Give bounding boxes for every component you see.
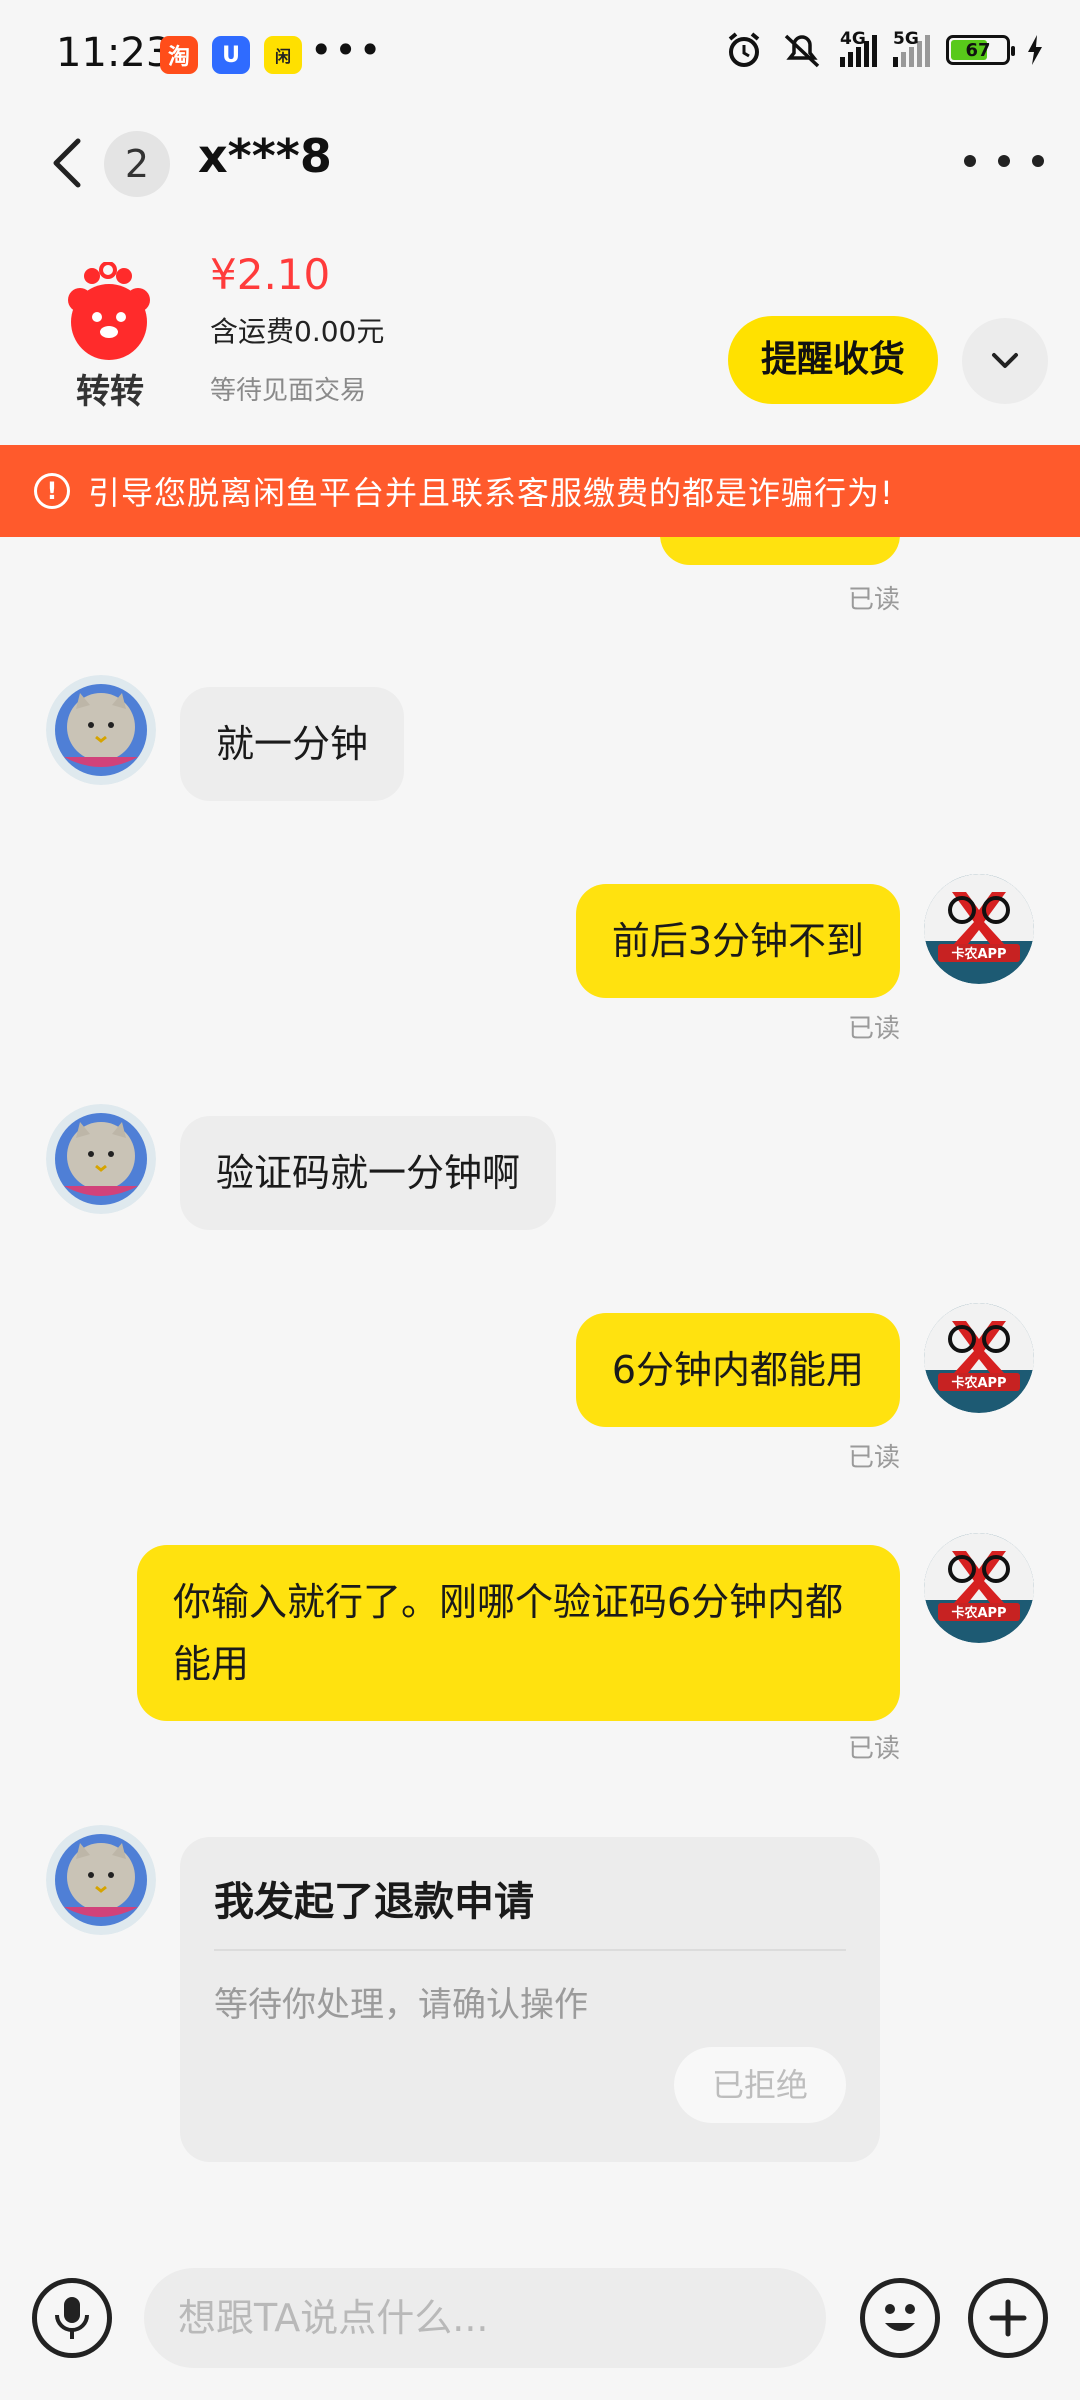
message-bubble-outgoing[interactable]: 你输入就行了。刚哪个验证码6分钟内都能用 [137, 1545, 900, 1721]
svg-text:卡农APP: 卡农APP [951, 1375, 1006, 1391]
system-icons: 4G 5G 67 [724, 29, 1044, 70]
peer-avatar[interactable] [46, 675, 156, 785]
message-list[interactable]: 已读 就一分钟 前后3分钟不到 卡农APP 已读 验证码就一分钟啊 6分钟内都能… [0, 537, 1080, 2237]
yellow-app-icon: 闲 [264, 36, 302, 74]
trade-status: 等待见面交易 [210, 376, 367, 406]
read-receipt: 已读 [848, 585, 901, 615]
battery-icon: 67 [946, 35, 1015, 65]
svg-text:卡农APP: 卡农APP [951, 1605, 1006, 1621]
message-bubble-outgoing[interactable]: 前后3分钟不到 [575, 884, 900, 998]
warning-text: 引导您脱离闲鱼平台并且联系客服缴费的都是诈骗行为! [88, 474, 894, 512]
cat-avatar-icon [46, 1104, 156, 1214]
status-time: 11:23 [56, 30, 172, 76]
warning-icon: ! [34, 473, 70, 509]
refund-description: 等待你处理，请确认操作 [214, 1985, 588, 2025]
status-bar: 11:23 淘 U 闲 ••• 4G 5G 67 [0, 0, 1080, 115]
fraud-warning-banner: ! 引导您脱离闲鱼平台并且联系客服缴费的都是诈骗行为! [0, 445, 1080, 537]
voice-button[interactable] [32, 2278, 112, 2358]
taobao-app-icon: 淘 [160, 36, 198, 74]
notification-icons: 淘 U 闲 [160, 36, 302, 74]
signal-5g-icon: 5G [893, 29, 930, 67]
charging-icon [1028, 35, 1042, 65]
self-avatar[interactable]: 卡农APP [924, 1533, 1034, 1643]
chevron-down-icon [992, 353, 1018, 368]
emoji-button[interactable] [860, 2278, 940, 2358]
peer-avatar[interactable] [46, 1825, 156, 1935]
remind-receipt-button[interactable]: 提醒收货 [728, 316, 938, 404]
back-arrow-icon[interactable] [44, 133, 92, 193]
message-input[interactable] [144, 2268, 826, 2368]
item-price: ¥2.10 [210, 250, 331, 299]
message-bubble-outgoing[interactable]: 6分钟内都能用 [575, 1313, 900, 1427]
more-actions-button[interactable] [968, 2278, 1048, 2358]
chat-title[interactable]: x***8 [198, 129, 332, 183]
microphone-icon [55, 2297, 89, 2339]
mute-icon [784, 34, 820, 68]
more-options-icon[interactable] [964, 141, 1044, 181]
self-avatar[interactable]: 卡农APP [924, 1303, 1034, 1413]
plus-icon [989, 2299, 1027, 2337]
refund-title: 我发起了退款申请 [214, 1879, 534, 1925]
svg-text:卡农APP: 卡农APP [951, 946, 1006, 962]
message-bubble-outgoing[interactable] [660, 537, 900, 565]
kanong-avatar-icon: 卡农APP [924, 1533, 1034, 1643]
cat-avatar-icon [46, 675, 156, 785]
more-notifications-icon: ••• [310, 28, 384, 72]
self-avatar[interactable]: 卡农APP [924, 874, 1034, 984]
read-receipt: 已读 [848, 1443, 901, 1473]
refund-request-card[interactable]: 我发起了退款申请 等待你处理，请确认操作 已拒绝 [180, 1837, 880, 2162]
divider [214, 1949, 846, 1951]
zhuanzhuan-logo-icon [68, 262, 150, 360]
signal-4g-icon: 4G [840, 29, 877, 67]
kanong-avatar-icon: 卡农APP [924, 1303, 1034, 1413]
message-bubble-incoming[interactable]: 就一分钟 [180, 687, 405, 801]
read-receipt: 已读 [848, 1014, 901, 1044]
order-card: 转转 ¥2.10 含运费0.00元 等待见面交易 提醒收货 [0, 210, 1080, 445]
expand-order-button[interactable] [962, 318, 1048, 404]
smiley-icon [885, 2304, 915, 2331]
kanong-avatar-icon: 卡农APP [924, 874, 1034, 984]
message-bubble-incoming[interactable]: 验证码就一分钟啊 [180, 1116, 557, 1230]
blue-app-icon: U [212, 36, 250, 74]
unread-count-badge: 2 [104, 131, 170, 197]
platform-name: 转转 [76, 372, 144, 412]
alarm-icon [728, 32, 760, 67]
input-bar [0, 2240, 1080, 2400]
cat-avatar-icon [46, 1825, 156, 1935]
refund-rejected-badge: 已拒绝 [674, 2047, 846, 2123]
peer-avatar[interactable] [46, 1104, 156, 1214]
shipping-fee: 含运费0.00元 [210, 315, 385, 348]
chat-header: 2 x***8 [0, 115, 1080, 210]
read-receipt: 已读 [848, 1734, 901, 1764]
